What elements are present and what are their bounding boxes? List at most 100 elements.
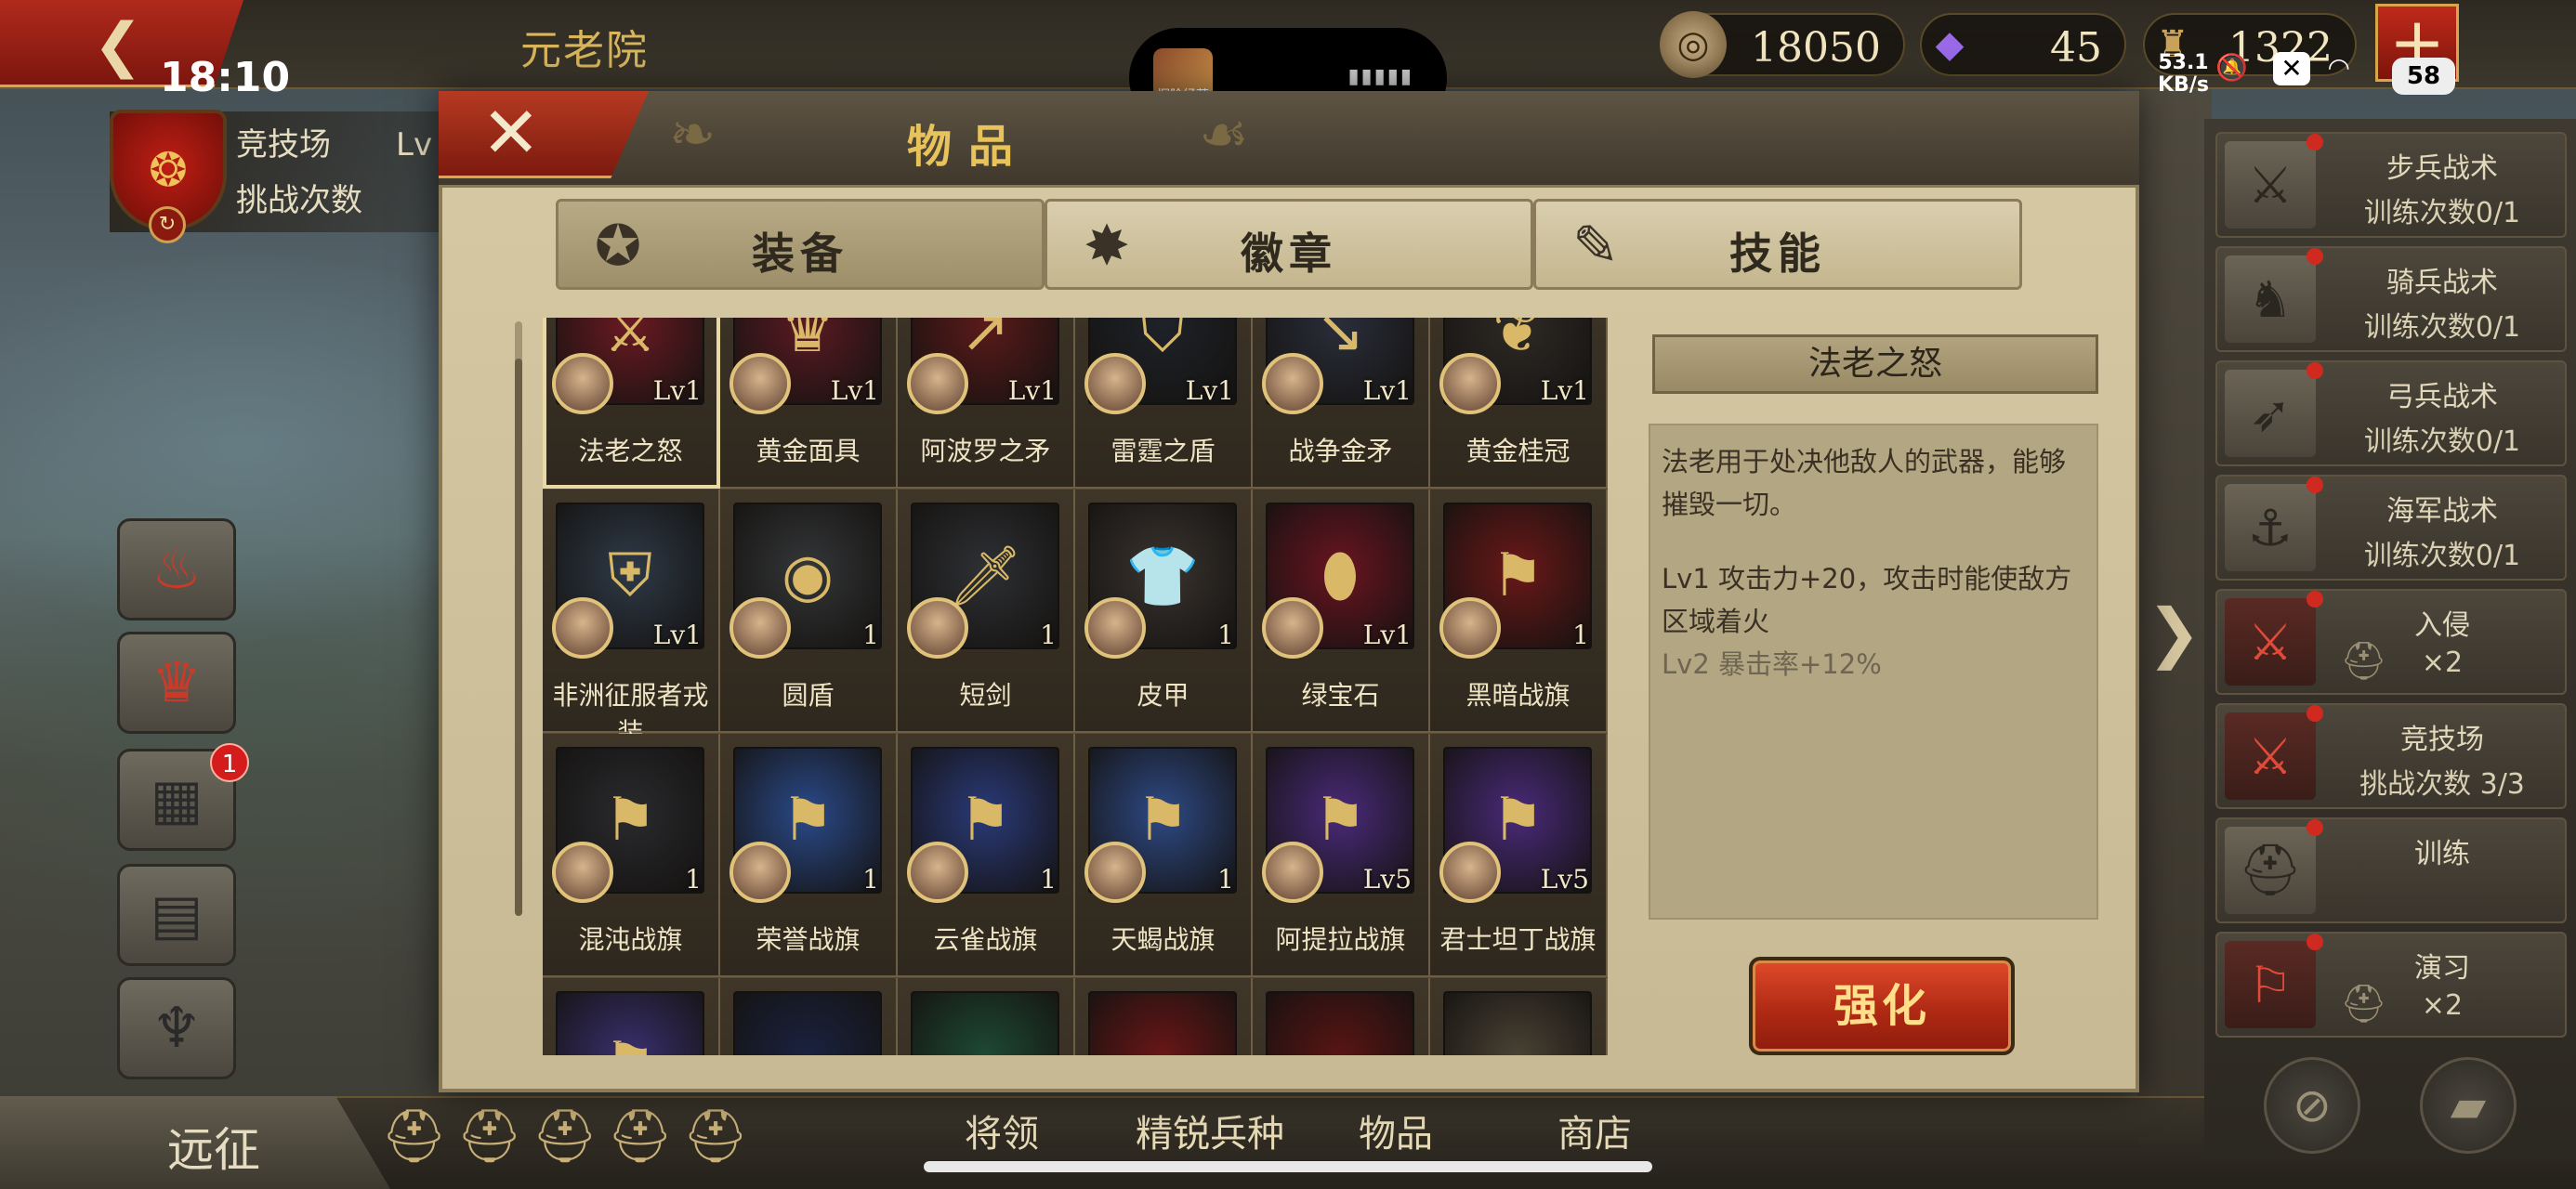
crown-button[interactable]: ♛ <box>117 632 236 734</box>
item-slot[interactable] <box>720 978 898 1055</box>
gem-icon: ◆ <box>1935 23 1965 66</box>
item-slot[interactable] <box>1430 978 1608 1055</box>
right-panel-item[interactable]: ♞ 骑兵战术 训练次数0/1 <box>2215 246 2567 352</box>
anchor-icon: ⚓ <box>2225 484 2316 571</box>
item-level: Lv1 <box>1540 375 1589 406</box>
expedition-label: 远征 <box>167 1123 260 1177</box>
item-art-icon <box>1443 991 1592 1055</box>
item-slot[interactable]: ⚑ <box>543 978 720 1055</box>
tab-label: 徽章 <box>1241 229 1337 279</box>
general-portrait <box>1262 353 1323 414</box>
nav-items[interactable]: 物品 <box>1359 1104 1433 1157</box>
trophy-button[interactable]: ♆ <box>117 977 236 1079</box>
item-name: 法老之怒 <box>578 436 683 466</box>
item-slot[interactable]: ⚑ 1 混沌战旗 <box>543 734 720 977</box>
nav-shop[interactable]: 商店 <box>1557 1104 1632 1157</box>
item-slot[interactable] <box>898 978 1075 1055</box>
coin-counter[interactable]: ◎ 18050 <box>1660 11 1905 78</box>
item-name: 雷霆之盾 <box>1111 436 1216 466</box>
general-portrait <box>907 842 968 903</box>
right-panel-item[interactable]: ⚔ 入侵 ⛑ ×2 <box>2215 589 2567 695</box>
right-panel-item[interactable]: ⚔ 步兵战术 训练次数0/1 <box>2215 132 2567 238</box>
right-item-title: 训练 <box>2414 838 2470 870</box>
general-portrait <box>1262 597 1323 659</box>
right-item-title: 骑兵战术 <box>2386 267 2498 299</box>
item-slot[interactable]: ♛ Lv1 黄金面具 <box>720 318 898 489</box>
right-item-subtitle: 训练次数0/1 <box>2363 197 2521 229</box>
home-indicator[interactable] <box>924 1161 1652 1172</box>
item-slot[interactable]: ↗ Lv1 阿波罗之矛 <box>898 318 1075 489</box>
item-slot[interactable]: ❦ Lv1 黄金桂冠 <box>1430 318 1608 489</box>
gem-counter[interactable]: ◆ 45 <box>1920 13 2126 76</box>
nav-elite-troops[interactable]: 精锐兵种 <box>1136 1104 1284 1157</box>
arena-refresh-icon[interactable]: ↻ <box>149 206 186 243</box>
right-panel-item[interactable]: ⛑ 训练 <box>2215 817 2567 923</box>
network-speed-unit: KB/s <box>2158 73 2209 97</box>
detail-description: 法老用于处决他敌人的武器，能够摧毁一切。 <box>1662 446 2067 520</box>
item-slot[interactable]: ◉ 1 圆盾 <box>720 490 898 733</box>
item-slot[interactable]: ↘ Lv1 战争金矛 <box>1253 318 1430 489</box>
scrollbar-thumb[interactable] <box>515 359 522 916</box>
right-panel-item[interactable]: ➶ 弓兵战术 训练次数0/1 <box>2215 360 2567 466</box>
right-item-title: 海军战术 <box>2386 495 2498 528</box>
item-slot[interactable]: ⚑ 1 黑暗战旗 <box>1430 490 1608 733</box>
expedition-button[interactable]: 远征 <box>0 1096 390 1189</box>
item-slot[interactable]: ⚑ 1 天蝎战旗 <box>1075 734 1253 977</box>
horse-icon: ♞ <box>2225 255 2316 343</box>
item-level: Lv1 <box>830 375 879 406</box>
item-slot[interactable]: 👕 1 皮甲 <box>1075 490 1253 733</box>
right-panel-item[interactable]: ⚐ 演习 ⛑ ×2 <box>2215 932 2567 1038</box>
item-level: Lv1 <box>652 375 702 406</box>
item-slot[interactable]: ⬮ Lv1 绿宝石 <box>1253 490 1430 733</box>
general-portrait <box>552 842 613 903</box>
arena-challenge-count: 挑战次数 <box>236 182 362 219</box>
right-panel-item[interactable]: ⚔ 竞技场 挑战次数 3/3 <box>2215 703 2567 809</box>
right-panel-item[interactable]: ⚓ 海军战术 训练次数0/1 <box>2215 475 2567 581</box>
tab-2[interactable]: ✎ 技能 <box>1533 199 2022 290</box>
network-speed-value: 53.1 <box>2158 51 2209 74</box>
item-slot[interactable]: ⚑ 1 云雀战旗 <box>898 734 1075 977</box>
item-name: 阿提拉战旗 <box>1275 924 1406 955</box>
nav-generals[interactable]: 将领 <box>965 1104 1039 1157</box>
book-button[interactable]: ▰ <box>2420 1057 2517 1154</box>
gift-bag-button[interactable]: ♨ <box>117 518 236 621</box>
item-name: 绿宝石 <box>1301 680 1380 711</box>
troop-helmets: ⛑⛑⛑⛑⛑ <box>381 1106 758 1167</box>
item-art-icon <box>1266 991 1414 1055</box>
item-slot[interactable]: ⚑ Lv5 阿提拉战旗 <box>1253 734 1430 977</box>
tab-1[interactable]: ✸ 徽章 <box>1045 199 1533 290</box>
treasure-chest-icon: ▤ <box>150 882 204 947</box>
chest-button[interactable]: ▤ <box>117 864 236 966</box>
expand-arrow-icon[interactable]: ❯ <box>2147 594 2201 687</box>
item-name: 天蝎战旗 <box>1111 924 1216 955</box>
item-slot[interactable]: ⚑ 1 荣誉战旗 <box>720 734 898 977</box>
grid-scrollbar[interactable] <box>515 321 522 916</box>
right-item-title: 入侵 <box>2414 609 2470 642</box>
item-slot[interactable]: ⚔ Lv1 法老之怒 <box>543 318 720 489</box>
item-level: Lv5 <box>1362 864 1412 895</box>
item-slot[interactable]: 🗡 1 短剑 <box>898 490 1075 733</box>
right-item-title: 竞技场 <box>2400 724 2484 756</box>
right-item-subtitle: 挑战次数 3/3 <box>2359 768 2525 801</box>
tab-0[interactable]: ✪ 装备 <box>556 199 1045 290</box>
item-slot[interactable] <box>1253 978 1430 1055</box>
network-speed: 53.1 KB/s <box>2158 52 2209 97</box>
item-slot[interactable]: ⛨ Lv1 非洲征服者戎装 <box>543 490 720 748</box>
detail-description-box: 法老用于处决他敌人的武器，能够摧毁一切。 Lv1 攻击力+20，攻击时能使敌方区… <box>1649 424 2098 920</box>
lock-icon: ⊘ <box>2293 1078 2332 1132</box>
item-slot[interactable]: ⛉ Lv1 雷霆之盾 <box>1075 318 1253 489</box>
item-name: 黑暗战旗 <box>1465 680 1571 711</box>
item-level: 1 <box>1217 864 1234 895</box>
item-level: 1 <box>1040 620 1057 650</box>
item-art-icon: ⚑ <box>556 991 704 1055</box>
general-portrait <box>552 597 613 659</box>
enhance-button[interactable]: 强化 <box>1749 957 2015 1055</box>
sword-icon: ⚔ <box>2225 141 2316 229</box>
item-slot[interactable] <box>1075 978 1253 1055</box>
item-slot[interactable]: ⚑ Lv5 君士坦丁战旗 <box>1430 734 1608 977</box>
item-level: 1 <box>685 864 702 895</box>
modal-title: 物品 <box>907 121 1031 173</box>
lock-button[interactable]: ⊘ <box>2264 1057 2360 1154</box>
item-level: 1 <box>862 620 879 650</box>
general-portrait <box>1262 842 1323 903</box>
